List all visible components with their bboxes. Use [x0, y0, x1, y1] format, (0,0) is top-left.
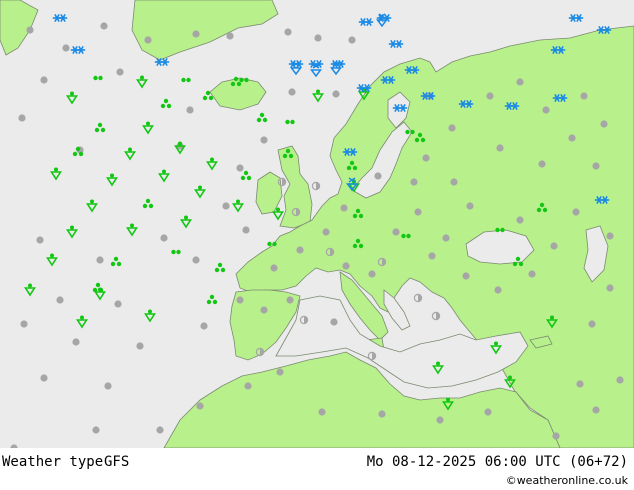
valid-time: Mo 08-12-2025 06:00 UTC (06+72) [366, 454, 628, 470]
dry-dot-icon [588, 320, 596, 328]
dry-dot-icon [196, 402, 204, 410]
dry-dot-icon [156, 426, 164, 434]
dry-dot-icon [542, 106, 550, 114]
dry-dot-icon [428, 252, 436, 260]
dry-dot-icon [516, 216, 524, 224]
dry-dot-icon [96, 256, 104, 264]
dry-dot-icon [466, 202, 474, 210]
dry-dot-icon [448, 124, 456, 132]
dry-dot-icon [56, 296, 64, 304]
dry-dot-icon [340, 204, 348, 212]
dry-dot-icon [192, 256, 200, 264]
dry-dot-icon [222, 202, 230, 210]
dry-dot-icon [104, 382, 112, 390]
dry-dot-icon [332, 90, 340, 98]
weather-map [0, 0, 634, 448]
dry-dot-icon [318, 408, 326, 416]
dry-dot-icon [18, 114, 26, 122]
dry-dot-icon [422, 154, 430, 162]
dry-dot-icon [348, 36, 356, 44]
dry-dot-icon [136, 342, 144, 350]
dry-dot-icon [538, 160, 546, 168]
dry-dot-icon [260, 136, 268, 144]
dry-dot-icon [442, 234, 450, 242]
dry-dot-icon [72, 338, 80, 346]
dry-dot-icon [26, 26, 34, 34]
dry-dot-icon [270, 264, 278, 272]
dry-dot-icon [592, 406, 600, 414]
dry-dot-icon [342, 262, 350, 270]
dry-dot-icon [288, 88, 296, 96]
dry-dot-icon [114, 300, 122, 308]
dry-dot-icon [286, 296, 294, 304]
dry-dot-icon [550, 242, 558, 250]
dry-dot-icon [484, 408, 492, 416]
dry-dot-icon [606, 232, 614, 240]
dry-dot-icon [192, 30, 200, 38]
dry-dot-icon [92, 426, 100, 434]
dry-dot-icon [410, 178, 418, 186]
dry-dot-icon [486, 92, 494, 100]
dry-dot-icon [236, 296, 244, 304]
dry-dot-icon [516, 78, 524, 86]
dry-dot-icon [392, 228, 400, 236]
dry-dot-icon [528, 270, 536, 278]
model-name: GFS [104, 454, 130, 470]
dry-dot-icon [260, 306, 268, 314]
dry-dot-icon [496, 144, 504, 152]
dry-dot-icon [296, 246, 304, 254]
dry-dot-icon [592, 162, 600, 170]
dry-dot-icon [552, 432, 560, 440]
map-footer: Weather type GFS Mo 08-12-2025 06:00 UTC… [0, 448, 634, 490]
dry-dot-icon [100, 22, 108, 30]
map-title: Weather type [2, 454, 104, 470]
dry-dot-icon [600, 120, 608, 128]
dry-dot-icon [144, 36, 152, 44]
dry-dot-icon [462, 272, 470, 280]
dry-dot-icon [616, 376, 624, 384]
dry-dot-icon [116, 68, 124, 76]
dry-dot-icon [36, 236, 44, 244]
dry-dot-icon [494, 286, 502, 294]
dry-dot-icon [576, 380, 584, 388]
dry-dot-icon [200, 322, 208, 330]
dry-dot-icon [330, 318, 338, 326]
dry-dot-icon [572, 208, 580, 216]
dry-dot-icon [20, 320, 28, 328]
dry-dot-icon [568, 134, 576, 142]
dry-dot-icon [374, 172, 382, 180]
dry-dot-icon [606, 284, 614, 292]
dry-dot-icon [186, 106, 194, 114]
dry-dot-icon [378, 410, 386, 418]
dry-dot-icon [284, 28, 292, 36]
dry-dot-icon [242, 226, 250, 234]
dry-dot-icon [276, 368, 284, 376]
dry-dot-icon [62, 44, 70, 52]
dry-dot-icon [236, 164, 244, 172]
dry-dot-icon [436, 416, 444, 424]
dry-dot-icon [244, 382, 252, 390]
dry-dot-icon [160, 234, 168, 242]
credit-link[interactable]: ©weatheronline.co.uk [506, 474, 628, 487]
dry-dot-icon [414, 208, 422, 216]
dry-dot-icon [322, 228, 330, 236]
dry-dot-icon [314, 34, 322, 42]
dry-dot-icon [40, 76, 48, 84]
dry-dot-icon [450, 178, 458, 186]
dry-dot-icon [40, 374, 48, 382]
dry-dot-icon [368, 270, 376, 278]
dry-dot-icon [226, 32, 234, 40]
dry-dot-icon [580, 92, 588, 100]
